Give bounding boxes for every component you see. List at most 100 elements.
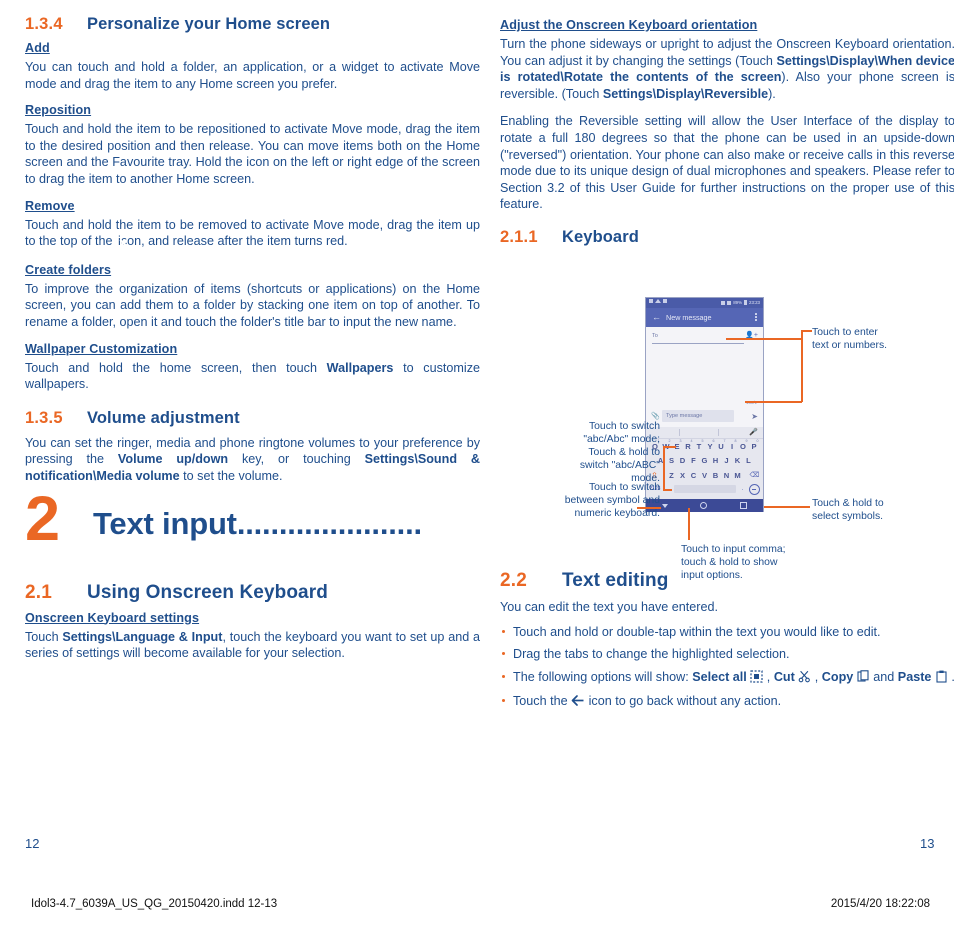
status-left-icons — [649, 299, 667, 303]
section-heading-1-3-5: 1.3.5 Volume adjustment — [25, 409, 480, 428]
key-superscript: 7 — [723, 438, 726, 443]
key-n[interactable]: N — [721, 471, 732, 480]
section-title: Keyboard — [562, 227, 639, 246]
chapter-title-dots: ...................... — [236, 505, 422, 541]
sim1-icon — [721, 300, 726, 305]
backspace-icon[interactable]: ⌫ — [749, 471, 760, 479]
key-p[interactable]: P0 — [749, 438, 760, 451]
section-number: 2.1.1 — [500, 227, 538, 246]
phone-app-bar: ← New message — [646, 308, 763, 327]
orient-bold-2: Settings\Display\Reversible — [602, 86, 769, 101]
bullet-dot-icon — [502, 652, 505, 656]
key-x[interactable]: X — [677, 471, 688, 480]
section-title: Volume adjustment — [87, 408, 240, 427]
text-run: icon to go back without any action. — [585, 694, 782, 709]
volume-text-2: key, or touching — [228, 452, 365, 467]
period-key[interactable]: . — [742, 486, 744, 492]
send-icon[interactable]: ➤ — [751, 412, 758, 421]
footer-file-name: Idol3-4.7_6039A_US_QG_20150420.indd 12-1… — [31, 898, 278, 910]
key-v[interactable]: V — [699, 471, 710, 480]
leader-line-abc-shift — [663, 489, 672, 491]
suggestion-separator — [679, 429, 680, 436]
key-c[interactable]: C — [688, 471, 699, 480]
keyboard-row-3-keys[interactable]: ZXCVBNM — [666, 471, 743, 480]
key-i[interactable]: I8 — [727, 438, 738, 451]
to-field-underline — [652, 343, 744, 344]
key-k[interactable]: K — [732, 456, 743, 465]
select-all-icon — [750, 670, 763, 688]
section-number: 1.3.5 — [25, 408, 63, 427]
leader-line-comma-vertical — [688, 508, 690, 540]
nav-back-icon[interactable] — [662, 503, 669, 508]
section-heading-2-1: 2.1 Using Onscreen Keyboard — [25, 582, 480, 604]
key-u[interactable]: U7 — [716, 438, 727, 451]
microphone-icon[interactable]: 🎤 — [749, 429, 758, 437]
text-run: . — [948, 670, 954, 684]
key-j[interactable]: J — [721, 456, 732, 465]
wallpaper-bold: Wallpapers — [326, 360, 394, 375]
key-superscript: 5 — [701, 438, 704, 443]
subheading-orientation: Adjust the Onscreen Keyboard orientation — [500, 18, 758, 32]
key-f[interactable]: F — [688, 456, 699, 465]
key-m[interactable]: M — [732, 471, 743, 480]
orient-text-3: ). — [768, 86, 776, 101]
chapter-title-block: 2 Text input...................... — [25, 487, 480, 560]
suggestion-strip[interactable]: 🎤 — [646, 427, 763, 439]
chapter-title: Text input...................... — [93, 506, 422, 542]
chapter-number: 2 — [25, 483, 61, 554]
bold-term: Select all — [692, 669, 747, 684]
section-heading-1-3-4: 1.3.4 Personalize your Home screen — [25, 15, 480, 34]
key-t[interactable]: T5 — [694, 438, 705, 451]
key-y[interactable]: Y6 — [705, 439, 716, 451]
emoji-icon[interactable] — [749, 483, 760, 495]
key-r[interactable]: R4 — [683, 439, 694, 451]
list-item: Touch the icon to go back without any ac… — [500, 693, 954, 712]
list-item: The following options will show: Select … — [500, 669, 954, 688]
space-key[interactable] — [673, 485, 736, 493]
callout-symbol-numeric: Touch to switch between symbol and numeric… — [564, 482, 660, 519]
bullet-dot-icon — [502, 674, 505, 678]
wallpaper-text-1: Touch and hold the home screen, then tou… — [25, 360, 327, 375]
key-d[interactable]: D — [677, 456, 688, 465]
leader-line-to-field — [726, 338, 802, 340]
more-vertical-icon[interactable] — [755, 313, 757, 322]
text-run: , — [811, 669, 822, 684]
kb-bold-1: Settings\Language & Input — [62, 629, 223, 644]
list-item: Touch and hold or double-tap within the … — [500, 624, 954, 641]
key-superscript: 0 — [756, 438, 759, 443]
key-z[interactable]: Z — [666, 471, 677, 480]
battery-percent: 89% — [733, 300, 742, 305]
bold-term: Copy — [821, 669, 854, 684]
chapter-title-text: Text input — [93, 505, 237, 541]
section-heading-2-1-1: 2.1.1 Keyboard — [500, 228, 954, 247]
sim2-icon — [727, 300, 732, 305]
text-run: and — [869, 669, 898, 684]
section-title: Personalize your Home screen — [87, 15, 331, 33]
key-l[interactable]: L — [743, 456, 754, 465]
nav-recents-icon[interactable] — [739, 502, 747, 509]
paragraph-orientation-2: Enabling the Reversible setting will all… — [500, 114, 954, 212]
key-g[interactable]: G — [699, 456, 710, 465]
subheading-reposition: Reposition — [25, 103, 92, 118]
bullet-dot-icon — [502, 699, 505, 703]
nav-home-icon[interactable] — [700, 502, 708, 509]
paragraph-create-folders: To improve the organization of items (sh… — [25, 281, 480, 329]
key-superscript: 2 — [668, 438, 671, 443]
message-input[interactable]: Type message — [662, 410, 734, 422]
status-time: 23:23 — [749, 300, 760, 305]
remove-text-after: icon, and release after the item turns r… — [118, 234, 348, 249]
key-o[interactable]: O9 — [738, 438, 749, 451]
list-item: Drag the tabs to change the highlighted … — [500, 646, 954, 663]
key-s[interactable]: S — [666, 456, 677, 465]
key-h[interactable]: H — [710, 456, 721, 465]
key-superscript: 9 — [745, 438, 748, 443]
arrow-left-icon[interactable]: ← — [652, 313, 661, 322]
key-b[interactable]: B — [710, 471, 721, 480]
paragraph-orientation-1: Turn the phone sideways or upright to ad… — [500, 36, 954, 102]
print-footer: Idol3-4.7_6039A_US_QG_20150420.indd 12-1… — [0, 898, 954, 920]
leader-line-symbol-numeric — [637, 507, 661, 509]
to-field-label[interactable]: To — [652, 333, 658, 339]
section-title: Using Onscreen Keyboard — [87, 581, 328, 603]
volume-bold-1: Volume up/down — [117, 452, 229, 467]
key-superscript: 8 — [734, 438, 737, 443]
